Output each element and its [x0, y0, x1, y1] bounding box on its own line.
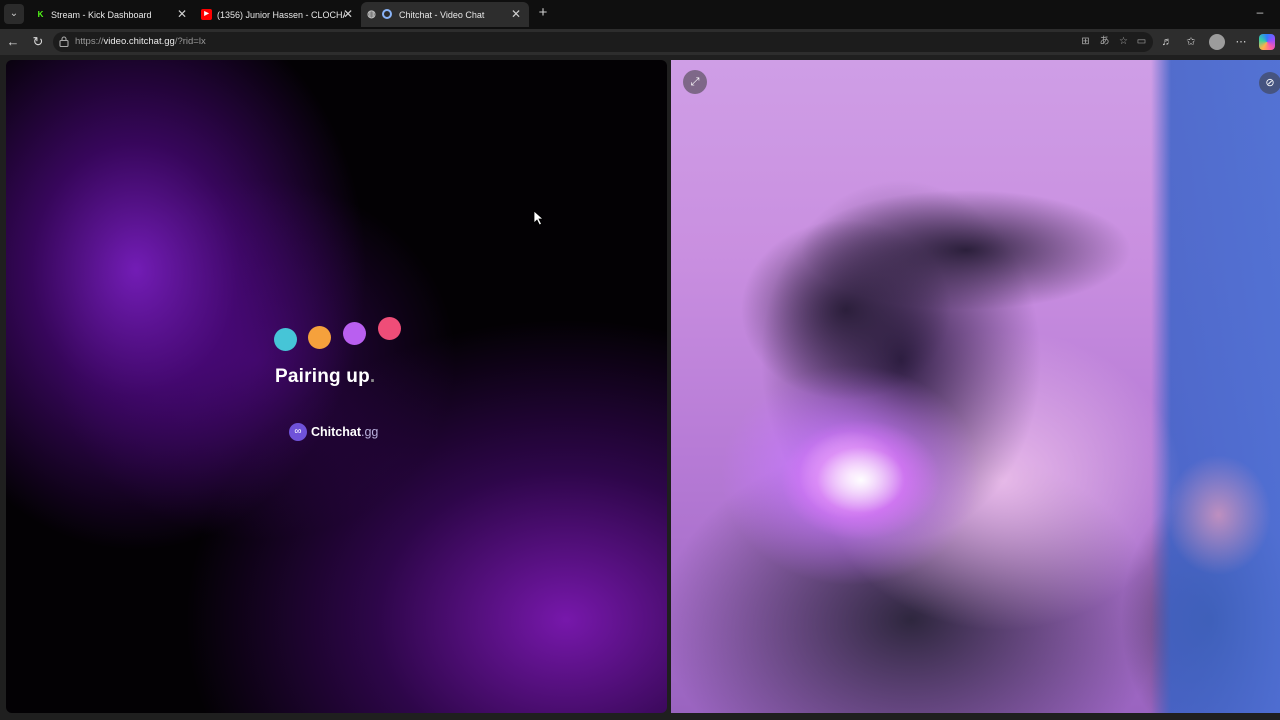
- url-path: /?rid=lx: [174, 36, 206, 47]
- brand-name: Chitchat.gg: [311, 425, 378, 439]
- pairing-panel: Pairing up. ∞ Chitchat.gg: [6, 60, 667, 713]
- tab-title: Chitchat - Video Chat: [399, 10, 485, 20]
- partner-video-shape: [1166, 455, 1271, 575]
- close-tab-icon[interactable]: ✕: [175, 7, 189, 21]
- tab-title: Stream - Kick Dashboard: [51, 10, 152, 20]
- address-bar[interactable]: https://video.chitchat.gg/?rid=lx ⊞ あ ☆ …: [53, 32, 1153, 52]
- tab-title: (1356) Junior Hassen - CLOCHARD: [217, 10, 345, 20]
- brand-name-text: Chitchat: [311, 425, 361, 439]
- favorites-icon[interactable]: ✩: [1183, 34, 1199, 50]
- chitchat-icon: [382, 9, 392, 19]
- more-menu-icon[interactable]: ⋯: [1233, 34, 1249, 50]
- expand-icon[interactable]: ⤢: [683, 70, 707, 94]
- minimize-window-button[interactable]: –: [1254, 6, 1266, 19]
- loading-dot-3: [343, 322, 366, 345]
- globe-icon: ◍: [367, 9, 376, 20]
- site-info-icon[interactable]: [59, 36, 69, 47]
- tab-kick-dashboard[interactable]: K Stream - Kick Dashboard ✕: [29, 2, 195, 27]
- loading-dot-4: [378, 317, 401, 340]
- pairing-status: Pairing up.: [275, 366, 375, 388]
- address-url: https://video.chitchat.gg/?rid=lx: [75, 36, 206, 47]
- tab-chitchat[interactable]: ◍ Chitchat - Video Chat ✕: [361, 2, 529, 27]
- loading-dot-2: [308, 326, 331, 349]
- translate-icon[interactable]: あ: [1098, 35, 1111, 48]
- pairing-status-text: Pairing up: [275, 366, 370, 387]
- url-scheme: https://: [75, 36, 104, 47]
- close-tab-icon[interactable]: ✕: [341, 7, 355, 21]
- loading-dot-1: [274, 328, 297, 351]
- favorite-star-icon[interactable]: ☆: [1117, 35, 1130, 48]
- new-tab-button[interactable]: +: [535, 5, 551, 21]
- profile-avatar[interactable]: [1209, 34, 1225, 50]
- partner-video-feed: ⤢ ⊘: [671, 60, 1280, 713]
- extension-icon[interactable]: ♬: [1159, 34, 1175, 50]
- tab-actions-menu-button[interactable]: ⌄: [4, 4, 24, 24]
- tab-youtube[interactable]: ▶ (1356) Junior Hassen - CLOCHARD ✕: [195, 2, 361, 27]
- kick-icon: K: [37, 10, 44, 19]
- url-host: video.chitchat.gg: [103, 36, 175, 47]
- partner-video-shape: [781, 420, 941, 540]
- camera-in-use-icon[interactable]: ▭: [1135, 35, 1148, 48]
- report-icon[interactable]: ⊘: [1259, 72, 1280, 94]
- infinity-icon: ∞: [289, 423, 307, 441]
- browser-toolbar: ← ↻ https://video.chitchat.gg/?rid=lx ⊞ …: [0, 29, 1280, 55]
- back-button[interactable]: ←: [5, 34, 21, 50]
- page-content: Pairing up. ∞ Chitchat.gg ⤢ ⊘: [0, 55, 1280, 720]
- app-available-icon[interactable]: ⊞: [1079, 35, 1092, 48]
- partner-video-shape: [801, 190, 1131, 310]
- mouse-cursor-icon: [533, 210, 545, 226]
- youtube-icon: ▶: [201, 9, 212, 20]
- brand-tld: .gg: [361, 425, 379, 439]
- copilot-icon[interactable]: [1259, 34, 1275, 50]
- pairing-status-suffix: .: [369, 366, 376, 387]
- tab-strip: ⌄ K Stream - Kick Dashboard ✕ ▶ (1356) J…: [0, 0, 1280, 29]
- reload-button[interactable]: ↻: [30, 34, 46, 50]
- close-tab-icon[interactable]: ✕: [509, 7, 523, 21]
